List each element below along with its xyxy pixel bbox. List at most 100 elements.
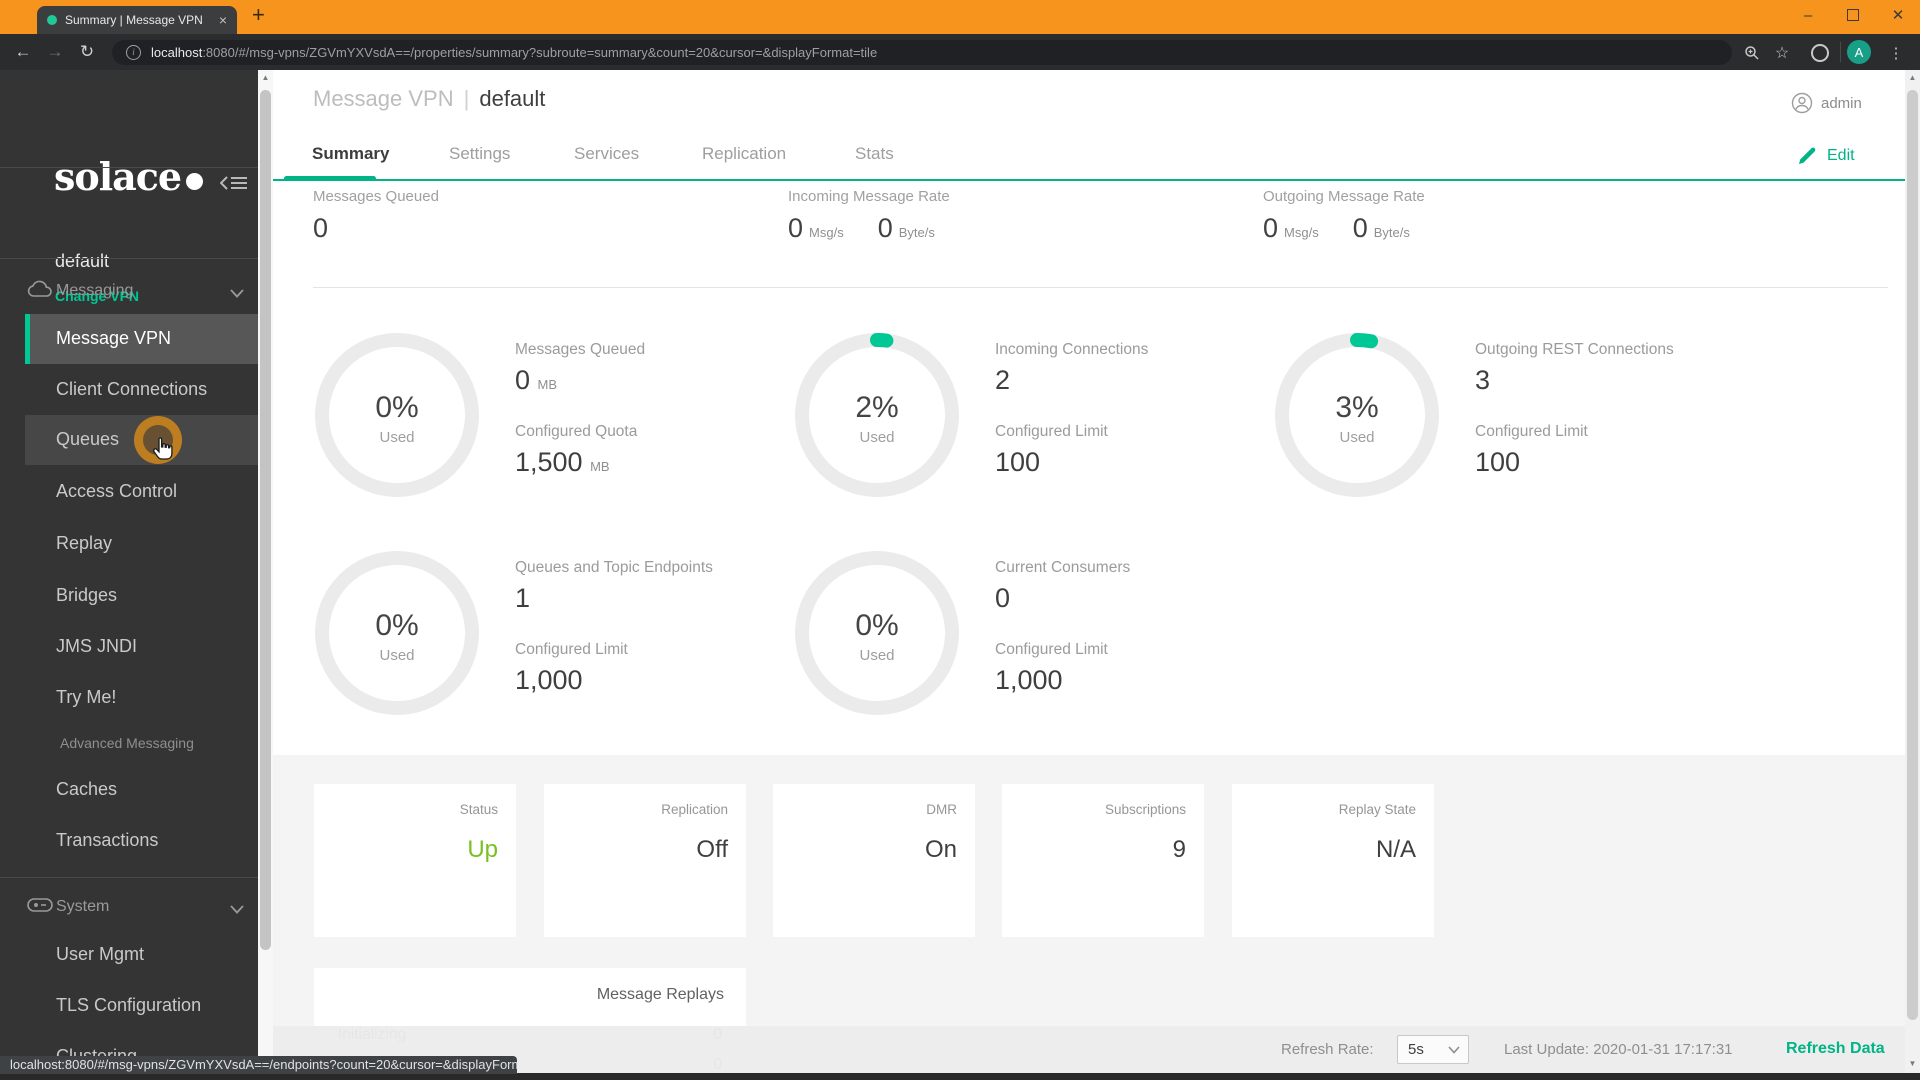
stat-value: 1,000 bbox=[515, 665, 583, 695]
gauge-used-label: Used bbox=[379, 429, 415, 446]
cloud-icon bbox=[27, 280, 53, 303]
gauge-percent: 3% bbox=[1335, 391, 1379, 424]
gauge-incoming-connections: 2% Used bbox=[793, 331, 961, 499]
tile-label: Replication bbox=[661, 802, 728, 817]
active-tab-indicator bbox=[284, 176, 376, 181]
sidebar-divider bbox=[0, 167, 258, 168]
forward-button[interactable]: → bbox=[40, 34, 70, 70]
breadcrumb-separator: | bbox=[463, 86, 470, 111]
gauge-percent: 2% bbox=[855, 391, 899, 424]
refresh-data-link[interactable]: Refresh Data bbox=[1786, 1040, 1885, 1058]
sidebar-item-try-me-[interactable]: Try Me! bbox=[0, 673, 258, 723]
tile-value: On bbox=[924, 836, 957, 863]
window-close-button[interactable]: ✕ bbox=[1876, 0, 1920, 30]
gauge-used-label: Used bbox=[859, 647, 895, 664]
browser-menu-icon[interactable]: ⋮ bbox=[1882, 36, 1910, 69]
gauge-percent: 0% bbox=[855, 609, 899, 642]
sidebar-item-transactions[interactable]: Transactions bbox=[0, 816, 258, 866]
content-scrollbar[interactable]: ▲ bbox=[258, 70, 273, 1073]
scroll-up-arrow[interactable]: ▲ bbox=[258, 70, 273, 86]
window-maximize-button[interactable] bbox=[1831, 0, 1875, 30]
sidebar-item-replay[interactable]: Replay bbox=[0, 519, 258, 569]
metric-outgoing-message-rate: Outgoing Message Rate 0 Msg/s 0 Byte/s bbox=[1263, 188, 1444, 244]
stat-label: Configured Quota bbox=[515, 423, 638, 440]
edit-label: Edit bbox=[1827, 147, 1855, 164]
metric-value: 0 bbox=[1352, 213, 1368, 243]
tab-summary[interactable]: Summary bbox=[312, 144, 389, 164]
url-path: :8080/#/msg-vpns/ZGVmYXVsdA==/properties… bbox=[202, 45, 878, 60]
tile-label: DMR bbox=[926, 802, 957, 817]
sidebar-item-bridges[interactable]: Bridges bbox=[0, 571, 258, 621]
tab-settings[interactable]: Settings bbox=[449, 144, 510, 164]
sidebar-item-label: Message VPN bbox=[56, 328, 172, 348]
sidebar-item-advanced-messaging[interactable]: Advanced Messaging bbox=[0, 726, 258, 762]
back-button[interactable]: ← bbox=[8, 34, 38, 70]
stat-value: 100 bbox=[995, 447, 1041, 477]
tabs-underline bbox=[273, 179, 1905, 181]
sidebar-item-user-mgmt[interactable]: User Mgmt bbox=[0, 930, 258, 980]
toolbar-divider bbox=[1840, 42, 1841, 62]
new-tab-button[interactable]: + bbox=[252, 2, 265, 28]
active-item-bar bbox=[25, 314, 30, 364]
edit-button[interactable]: Edit bbox=[1797, 146, 1855, 166]
sidebar-item-label: Queues bbox=[56, 429, 120, 449]
user-badge[interactable]: admin bbox=[1791, 92, 1862, 114]
stat-unit: MB bbox=[537, 377, 558, 392]
tab-stats[interactable]: Stats bbox=[855, 144, 894, 164]
link-preview-statusbar: localhost:8080/#/msg-vpns/ZGVmYXVsdA==/e… bbox=[0, 1056, 517, 1074]
sidebar-item-caches[interactable]: Caches bbox=[0, 765, 258, 815]
gauge-used-label: Used bbox=[1339, 429, 1375, 446]
stat-label: Incoming Connections bbox=[995, 341, 1149, 358]
refresh-rate-select[interactable]: 5s bbox=[1397, 1035, 1469, 1064]
main-content: Message VPN | default admin Summary Setting… bbox=[273, 70, 1905, 1080]
tab-title: Summary | Message VPN bbox=[65, 13, 203, 27]
tab-close-icon[interactable]: × bbox=[219, 12, 227, 28]
stat-label: Current Consumers bbox=[995, 559, 1131, 576]
tile-value: 9 bbox=[1172, 836, 1186, 863]
page-info-icon[interactable]: i bbox=[126, 45, 141, 60]
browser-avatar[interactable]: A bbox=[1847, 40, 1871, 64]
sidebar-item-tls-configuration[interactable]: TLS Configuration bbox=[0, 981, 258, 1031]
sidebar-item-label: TLS Configuration bbox=[56, 995, 202, 1015]
metric-unit: Msg/s bbox=[1284, 225, 1319, 240]
browser-tab[interactable]: Summary | Message VPN × bbox=[37, 6, 237, 34]
sidebar-item-client-connections[interactable]: Client Connections bbox=[0, 365, 258, 415]
sidebar-item-jms-jndi[interactable]: JMS JNDI bbox=[0, 622, 258, 672]
stat-value: 2 bbox=[995, 365, 1011, 395]
tab-services[interactable]: Services bbox=[574, 144, 639, 164]
tab-replication[interactable]: Replication bbox=[702, 144, 786, 164]
window-minimize-button[interactable]: – bbox=[1786, 0, 1830, 30]
sidebar-item-access-control[interactable]: Access Control bbox=[0, 467, 258, 517]
reload-button[interactable]: ↻ bbox=[72, 34, 102, 70]
extension-icon[interactable] bbox=[1806, 36, 1834, 69]
sidebar-section-system[interactable]: System bbox=[0, 893, 258, 923]
hand-cursor-icon bbox=[152, 437, 174, 468]
scrollbar-thumb[interactable] bbox=[1907, 90, 1918, 1020]
metric-unit: Msg/s bbox=[809, 225, 844, 240]
zoom-icon[interactable] bbox=[1738, 36, 1766, 69]
stat-value: 0 bbox=[995, 583, 1011, 613]
url-text: localhost:8080/#/msg-vpns/ZGVmYXVsdA==/p… bbox=[151, 45, 877, 60]
tile-value: N/A bbox=[1375, 836, 1416, 863]
window-scrollbar[interactable]: ▲ ▼ bbox=[1905, 70, 1920, 1073]
sidebar-item-label: User Mgmt bbox=[56, 944, 145, 964]
scrollbar-thumb[interactable] bbox=[260, 90, 271, 950]
stat-unit: MB bbox=[590, 459, 610, 474]
scroll-up-arrow[interactable]: ▲ bbox=[1905, 70, 1920, 86]
tile-replay-state: Replay State N/A bbox=[1232, 784, 1434, 937]
metric-incoming-message-rate: Incoming Message Rate 0 Msg/s 0 Byte/s bbox=[788, 188, 969, 244]
metric-label: Messages Queued bbox=[313, 188, 439, 205]
stat-label: Configured Limit bbox=[515, 641, 628, 658]
sidebar-item-message-vpn[interactable]: Message VPN bbox=[25, 314, 258, 364]
logo-dot-icon bbox=[186, 173, 204, 190]
message-replays-title: Message Replays bbox=[596, 986, 724, 1003]
address-bar[interactable]: i localhost:8080/#/msg-vpns/ZGVmYXVsdA==… bbox=[112, 40, 1732, 65]
bookmark-star-icon[interactable]: ☆ bbox=[1768, 36, 1796, 69]
sidebar-section-messaging[interactable]: Messaging bbox=[0, 277, 258, 307]
tile-dmr: DMR On bbox=[773, 784, 975, 937]
tile-label: Status bbox=[459, 802, 498, 817]
scroll-down-arrow[interactable]: ▼ bbox=[1905, 1056, 1920, 1072]
sidebar-collapse-button[interactable] bbox=[219, 173, 248, 193]
breadcrumb: Message VPN bbox=[313, 86, 454, 111]
solace-logo: solace bbox=[54, 154, 204, 199]
